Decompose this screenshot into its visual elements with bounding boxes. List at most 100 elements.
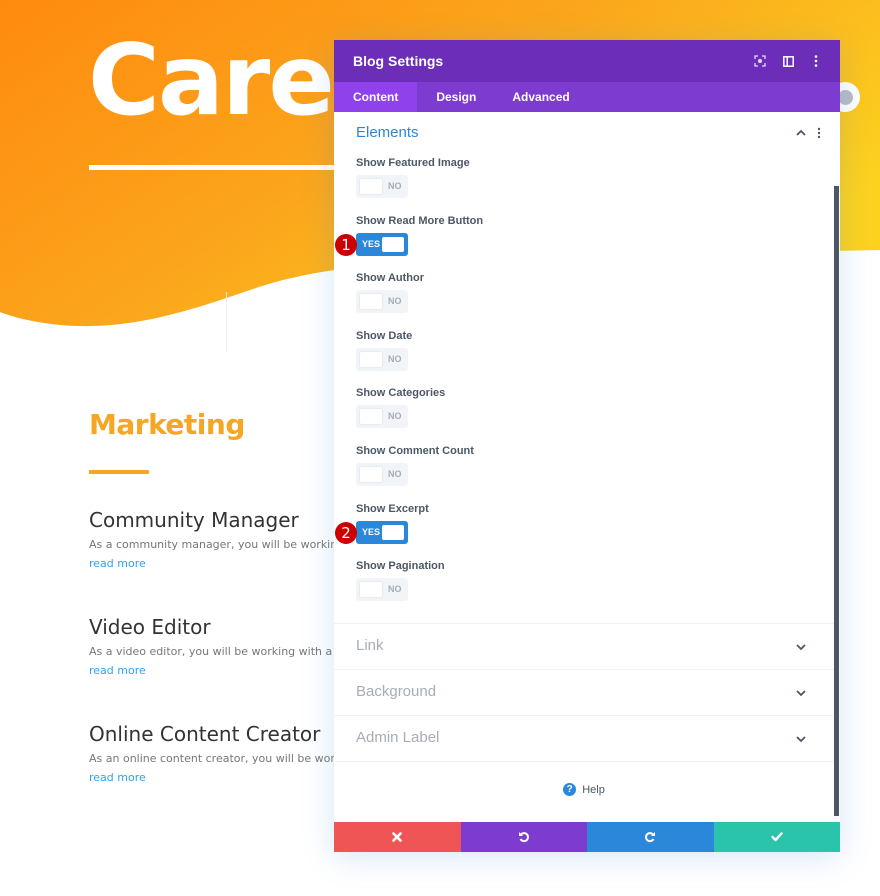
toggle-field: Show Excerpt YES 2	[334, 501, 834, 559]
read-more-link[interactable]: read more	[89, 664, 146, 678]
tab-advanced[interactable]: Advanced	[495, 82, 588, 112]
modal-footer	[334, 822, 840, 852]
toggle-field: Show Pagination NO	[334, 558, 834, 616]
sidebar-layout-icon	[782, 55, 794, 67]
help-link[interactable]: ? Help	[563, 783, 605, 796]
post-title[interactable]: Online Content Creator	[89, 721, 339, 747]
toggle-field: Show Featured Image NO	[334, 155, 834, 213]
blog-settings-modal: Blog Settings Content Design Advanced El…	[334, 40, 840, 852]
toggle-switch[interactable]: YES	[356, 232, 408, 256]
section-divider	[89, 470, 149, 474]
toggle-state-label: YES	[362, 238, 381, 249]
read-more-link[interactable]: read more	[89, 557, 146, 571]
field-label: Show Author	[356, 272, 425, 285]
field-label: Show Excerpt	[356, 502, 429, 515]
toggle-switch[interactable]: NO	[356, 347, 408, 371]
group-admin-label[interactable]: Admin Label	[334, 715, 834, 761]
toggle-knob	[382, 524, 404, 540]
toggle-knob	[360, 466, 382, 482]
more-vertical-icon[interactable]	[814, 126, 824, 140]
group-background[interactable]: Background	[334, 669, 834, 715]
redo-icon	[645, 832, 656, 843]
toggle-state-label: NO	[388, 353, 402, 364]
toggle-switch[interactable]: NO	[356, 578, 408, 602]
group-title: Elements	[356, 124, 419, 141]
toggle-field: Show Comment Count NO	[334, 443, 834, 501]
group-link[interactable]: Link	[334, 623, 834, 669]
toggle-knob	[360, 351, 382, 367]
toggle-knob	[360, 294, 382, 310]
focus-mode-button[interactable]	[746, 47, 774, 75]
toggle-switch[interactable]: NO	[356, 462, 408, 486]
toggle-switch[interactable]: NO	[356, 290, 408, 314]
focus-icon	[754, 55, 766, 67]
undo-button[interactable]	[460, 822, 587, 852]
discard-button[interactable]	[334, 822, 461, 852]
step-badge: 2	[335, 521, 357, 544]
blog-post: Online Content Creator As an online cont…	[89, 721, 339, 786]
modal-body: Elements Show Featured Image NO Show Read …	[334, 112, 834, 822]
scrollbar[interactable]	[834, 186, 839, 816]
tab-content[interactable]: Content	[334, 82, 418, 112]
toggle-field: Show Date NO	[334, 328, 834, 386]
toggle-field: Show Author NO	[334, 270, 834, 328]
toggle-sidebar-button[interactable]	[774, 47, 802, 75]
toggle-field: Show Categories NO	[334, 385, 834, 443]
modal-header[interactable]: Blog Settings	[334, 40, 840, 82]
toggle-state-label: NO	[388, 468, 402, 479]
group-title: Background	[356, 683, 437, 700]
divider	[334, 761, 834, 762]
toggle-switch[interactable]: YES	[356, 520, 408, 544]
field-label: Show Comment Count	[356, 444, 474, 457]
chevron-down-icon	[796, 690, 806, 697]
group-elements-header[interactable]: Elements	[334, 112, 834, 155]
post-title[interactable]: Video Editor	[89, 614, 339, 640]
chevron-down-icon	[796, 644, 806, 651]
column-divider	[226, 292, 227, 352]
field-label: Show Categories	[356, 387, 446, 400]
post-excerpt: As a video editor, you will be working w…	[89, 645, 339, 658]
help-area: ? Help	[334, 779, 834, 803]
header-actions	[746, 40, 830, 82]
toggle-state-label: NO	[388, 584, 402, 595]
toggle-knob	[360, 409, 382, 425]
modal-title: Blog Settings	[353, 53, 444, 69]
toggle-knob	[382, 236, 404, 252]
undo-icon	[518, 832, 529, 843]
group-title: Link	[356, 637, 384, 654]
chevron-up-icon[interactable]	[794, 126, 808, 140]
read-more-link[interactable]: read more	[89, 771, 146, 785]
closed-groups: Link Background Admin Label	[334, 623, 834, 762]
close-icon	[392, 832, 403, 842]
blog-post: Video Editor As a video editor, you will…	[89, 614, 339, 679]
more-vertical-icon	[814, 55, 818, 67]
step-badge: 1	[335, 233, 357, 256]
toggle-knob	[360, 582, 382, 598]
help-icon: ?	[563, 783, 577, 796]
elements-fields: Show Featured Image NO Show Read More Butt…	[334, 155, 834, 616]
blog-post: Community Manager As a community manager…	[89, 507, 339, 572]
help-label: Help	[582, 783, 605, 796]
field-label: Show Date	[356, 329, 413, 342]
toggle-state-label: NO	[388, 296, 402, 307]
modal-tabs: Content Design Advanced	[334, 82, 840, 112]
modal-more-button[interactable]	[802, 47, 830, 75]
save-button[interactable]	[713, 822, 840, 852]
field-label: Show Read More Button	[356, 214, 484, 227]
toggle-state-label: NO	[388, 181, 402, 191]
toggle-field: Show Read More Button YES 1	[334, 213, 834, 271]
toggle-state-label: NO	[388, 411, 402, 422]
redo-button[interactable]	[587, 822, 714, 852]
toggle-switch[interactable]: NO	[356, 405, 408, 429]
toggle-switch[interactable]: NO	[356, 175, 408, 198]
post-title[interactable]: Community Manager	[89, 507, 339, 533]
check-icon	[771, 832, 783, 842]
post-excerpt: As an online content creator, you will b…	[89, 752, 339, 765]
toggle-knob	[360, 179, 382, 194]
group-title: Admin Label	[356, 729, 440, 746]
tab-design[interactable]: Design	[417, 82, 495, 112]
hero-divider	[89, 165, 339, 170]
section-title: Marketing	[89, 408, 245, 441]
field-label: Show Pagination	[356, 560, 445, 573]
field-label: Show Featured Image	[356, 157, 470, 169]
